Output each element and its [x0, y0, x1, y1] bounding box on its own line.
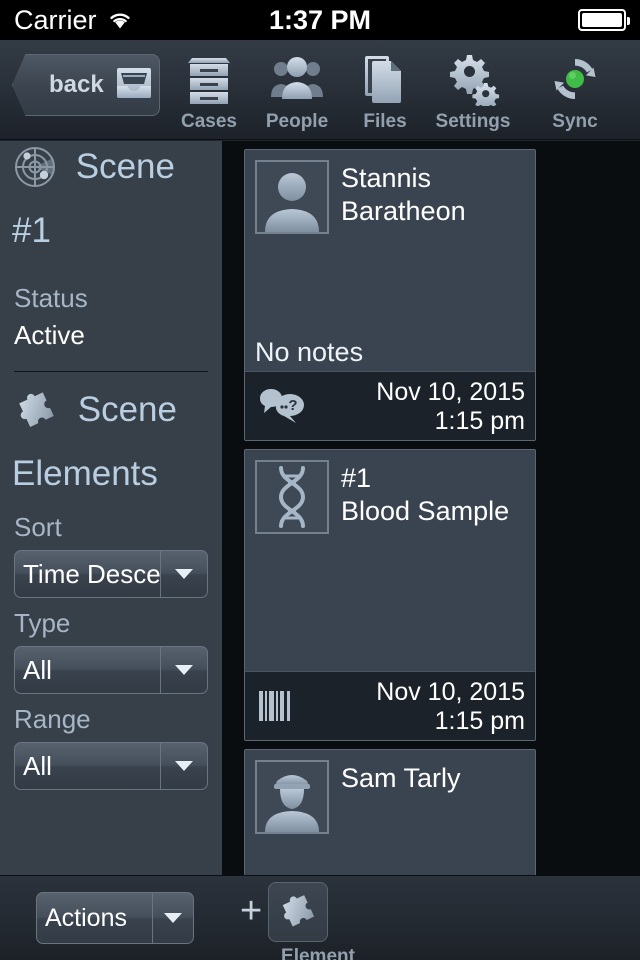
svg-text:?: ? [288, 397, 297, 414]
toolbar-label-cases: Cases [181, 111, 237, 132]
documents-icon [339, 48, 431, 110]
toolbar-item-cases[interactable]: Cases [163, 48, 255, 133]
sort-dropdown-value: Time Descending [23, 559, 160, 589]
gears-icon [427, 48, 519, 110]
scene-sidebar: Scene #1 Status Active Scene Elements So… [0, 141, 222, 876]
sidebar-divider [14, 371, 208, 372]
toolbar-label-people: People [265, 111, 329, 132]
card-title-number: #1 [341, 463, 372, 493]
card-time: 1:15 pm [434, 407, 525, 435]
toolbar-item-people[interactable]: People [251, 48, 343, 133]
card-date: Nov 10, 2015 [376, 678, 525, 706]
status-bar: Carrier 1:37 PM [0, 0, 640, 40]
card-sam-tarly[interactable]: Sam Tarly [244, 749, 536, 876]
add-element-label: Element [281, 946, 355, 960]
radar-scene-icon [12, 144, 58, 205]
toolbar-label-settings: Settings [435, 111, 511, 132]
officer-avatar-icon [255, 760, 329, 834]
toolbar-item-sync[interactable]: Sync [529, 48, 621, 133]
back-button-label: back [49, 71, 104, 98]
card-title: #1 Blood Sample [341, 462, 527, 528]
type-label: Type [14, 608, 71, 638]
card-title: Stannis Baratheon [341, 163, 466, 226]
card-timestamp: Nov 10, 2015 1:15 pm [376, 678, 525, 736]
plus-icon: + [240, 890, 263, 932]
top-toolbar: back Cases People Files Settings Sync [0, 40, 640, 140]
status-label: Status [14, 283, 88, 313]
card-stannis-baratheon[interactable]: Stannis Baratheon No notes ? Nov 10, 201… [244, 149, 536, 441]
chevron-down-icon[interactable] [160, 551, 207, 597]
file-tray-icon [114, 64, 154, 107]
range-dropdown-value: All [23, 751, 52, 781]
chevron-down-icon[interactable] [160, 743, 207, 789]
battery-full-icon [578, 9, 630, 31]
puzzle-piece-icon [12, 389, 60, 448]
dna-helix-icon [255, 460, 329, 534]
range-dropdown[interactable]: All [14, 742, 208, 790]
barcode-icon [257, 684, 311, 728]
scene-heading: Scene #1 [0, 141, 222, 257]
person-avatar-icon [255, 160, 329, 234]
sort-dropdown[interactable]: Time Descending [14, 550, 208, 598]
range-label: Range [14, 704, 91, 734]
puzzle-piece-icon [268, 882, 329, 942]
toolbar-label-sync: Sync [552, 111, 598, 132]
bottom-toolbar: Actions + Element [0, 875, 640, 960]
status-value: Active [14, 320, 85, 350]
speech-bubbles-question-icon: ? [257, 384, 311, 428]
type-dropdown[interactable]: All [14, 646, 208, 694]
actions-button-label: Actions [45, 904, 127, 932]
card-title: Sam Tarly [341, 763, 461, 793]
toolbar-label-files: Files [363, 111, 407, 132]
file-cabinet-icon [163, 48, 255, 110]
toolbar-item-files[interactable]: Files [339, 48, 431, 133]
card-blood-sample[interactable]: #1 Blood Sample Nov 10, 2015 1:15 pm [244, 449, 536, 741]
status-clock: 1:37 PM [268, 4, 372, 35]
card-time: 1:15 pm [434, 707, 525, 735]
card-title-name: Blood Sample [341, 496, 510, 526]
scene-elements-heading: Scene Elements [0, 384, 222, 500]
app-root: Carrier 1:37 PM back Cases People Files … [0, 0, 640, 960]
add-element-button[interactable]: + Element [240, 878, 355, 960]
chevron-down-icon[interactable] [152, 893, 193, 943]
sort-label: Sort [14, 512, 62, 542]
chevron-down-icon[interactable] [160, 647, 207, 693]
card-footer: ? Nov 10, 2015 1:15 pm [245, 371, 535, 440]
toolbar-item-settings[interactable]: Settings [427, 48, 519, 133]
back-button[interactable]: back [12, 54, 160, 116]
card-notes: No notes [255, 337, 364, 367]
people-icon [251, 48, 343, 110]
type-dropdown-value: All [23, 655, 52, 685]
sync-icon [529, 48, 621, 110]
card-timestamp: Nov 10, 2015 1:15 pm [376, 378, 525, 436]
card-footer: Nov 10, 2015 1:15 pm [245, 671, 535, 740]
scene-elements-list[interactable]: Stannis Baratheon No notes ? Nov 10, 201… [222, 141, 640, 876]
actions-button[interactable]: Actions [36, 892, 194, 944]
card-date: Nov 10, 2015 [376, 378, 525, 406]
